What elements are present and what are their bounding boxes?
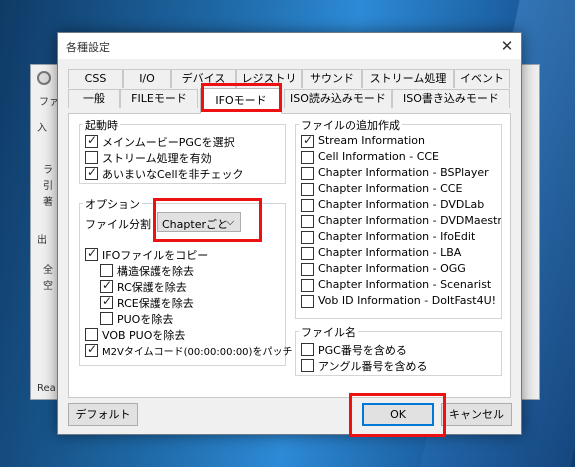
m2v-timecode-label: M2Vタイムコード(00:00:00:00)をパッチ <box>102 347 293 358</box>
file-create-label: Chapter Information - LBA <box>318 246 462 259</box>
startup-group-label: 起動時 <box>83 117 120 133</box>
settings-dialog: 各種設定 ✕ CSS I/O デバイス レジストリ サウンド ストリーム処理 イ… <box>57 32 522 437</box>
title-bar[interactable]: 各種設定 ✕ <box>58 33 521 59</box>
file-create-group-label: ファイルの追加作成 <box>299 117 402 133</box>
pgc-number-checkbox[interactable] <box>301 343 314 356</box>
file-split-label: ファイル分割 <box>85 218 151 231</box>
rce-protect-checkbox[interactable] <box>100 294 113 309</box>
file-create-checkbox[interactable] <box>301 151 314 164</box>
stream-process-label: ストリーム処理を有効 <box>102 152 212 165</box>
puo-remove-checkbox[interactable] <box>100 312 113 325</box>
file-create-label: Chapter Information - IfoEdit <box>318 230 476 243</box>
bg-item: 入 <box>37 123 47 134</box>
tab-event[interactable]: イベント <box>454 69 510 88</box>
tab-general[interactable]: 一般 <box>68 89 120 108</box>
main-pgc-checkbox[interactable] <box>85 133 98 148</box>
bg-item: 全 <box>43 265 53 276</box>
file-create-checkbox[interactable] <box>301 183 314 196</box>
structure-protect-label: 構造保護を除去 <box>117 265 194 278</box>
tab-highlight <box>201 83 282 112</box>
file-create-checkbox[interactable] <box>301 199 314 212</box>
default-button[interactable]: デフォルト <box>68 403 138 426</box>
bg-status: Rea <box>37 383 56 394</box>
file-create-checkbox[interactable] <box>301 263 314 276</box>
bg-item: 著 <box>43 197 53 208</box>
file-create-label: Chapter Information - DVDMaestro <box>318 214 501 227</box>
file-create-label: Vob ID Information - DoItFast4U! <box>318 294 497 307</box>
bg-item: ラ <box>43 165 53 176</box>
angle-number-label: アングル番号を含める <box>318 360 428 373</box>
file-create-label: Chapter Information - CCE <box>318 182 463 195</box>
rce-protect-label: RCE保護を除去 <box>117 297 194 310</box>
bg-item: 出 <box>37 235 47 246</box>
tab-io[interactable]: I/O <box>123 69 171 88</box>
file-create-label: Chapter Information - BSPlayer <box>318 166 489 179</box>
close-icon[interactable]: ✕ <box>496 35 518 57</box>
angle-number-checkbox[interactable] <box>301 359 314 372</box>
file-create-checkbox[interactable] <box>301 247 314 260</box>
rc-protect-label: RC保護を除去 <box>117 281 187 294</box>
bg-title-fragment: ファ <box>39 97 59 108</box>
ambiguous-cell-label: あいまいなCellを非チェック <box>102 168 244 181</box>
split-select-highlight <box>153 198 262 242</box>
rc-protect-checkbox[interactable] <box>100 278 113 293</box>
file-create-checkbox[interactable] <box>301 295 314 308</box>
m2v-timecode-checkbox[interactable] <box>85 342 98 357</box>
structure-protect-checkbox[interactable] <box>100 264 113 277</box>
options-group-label: オプション <box>83 196 142 212</box>
tab-iso-read[interactable]: ISO読み込みモード <box>284 89 392 108</box>
file-create-label: Chapter Information - OGG <box>318 262 466 275</box>
ifo-copy-label: IFOファイルをコピー <box>102 249 209 262</box>
file-name-group-label: ファイル名 <box>299 324 358 340</box>
stream-process-checkbox[interactable] <box>85 151 98 164</box>
file-create-checkbox[interactable] <box>301 215 314 228</box>
file-create-label: Chapter Information - Scenarist <box>318 278 492 291</box>
ambiguous-cell-checkbox[interactable] <box>85 165 98 180</box>
pgc-number-label: PGC番号を含める <box>318 344 407 357</box>
ifo-copy-checkbox[interactable] <box>85 246 98 261</box>
file-create-label: Chapter Information - DVDLab <box>318 198 485 211</box>
vob-puo-label: VOB PUOを除去 <box>102 329 186 342</box>
main-pgc-label: メインムービーPGCを選択 <box>102 136 235 149</box>
file-create-label: Cell Information - CCE <box>318 150 440 163</box>
tab-stream[interactable]: ストリーム処理 <box>362 69 454 88</box>
tab-sound[interactable]: サウンド <box>302 69 362 88</box>
tab-css[interactable]: CSS <box>68 69 123 88</box>
file-create-checkbox[interactable] <box>301 133 314 148</box>
dialog-title: 各種設定 <box>66 41 110 54</box>
cancel-button[interactable]: キャンセル <box>441 403 512 426</box>
file-create-checkbox[interactable] <box>301 167 314 180</box>
disc-icon <box>37 71 51 85</box>
bg-item: 引 <box>43 181 53 192</box>
file-create-label: Stream Information <box>318 134 425 147</box>
file-create-checkbox[interactable] <box>301 279 314 292</box>
file-create-checkbox[interactable] <box>301 231 314 244</box>
tab-file-mode[interactable]: FILEモード <box>120 89 198 108</box>
puo-remove-label: PUOを除去 <box>117 313 174 326</box>
ok-button-highlight <box>349 393 446 437</box>
bg-item: 空 <box>43 281 53 292</box>
tab-iso-write[interactable]: ISO書き込みモード <box>392 89 510 108</box>
vob-puo-checkbox[interactable] <box>85 328 98 341</box>
